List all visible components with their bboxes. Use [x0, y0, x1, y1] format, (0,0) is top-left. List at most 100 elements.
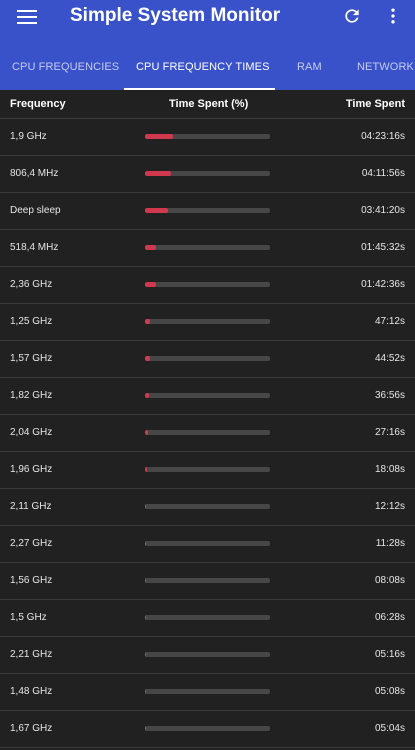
frequency-label: 2,36 GHz	[10, 279, 53, 290]
time-spent-progress-fill	[145, 726, 146, 731]
table-row: 806,4 MHz 04:11:56s	[0, 156, 415, 193]
time-spent-value: 18:08s	[374, 464, 405, 475]
time-spent-value: 01:42:36s	[361, 279, 405, 290]
tab-cpu-frequencies[interactable]: CPU FREQUENCIES	[12, 50, 119, 90]
time-spent-progress-fill	[145, 652, 146, 657]
table-row: 1,48 GHz 05:08s	[0, 674, 415, 711]
time-spent-progress-fill	[145, 208, 168, 213]
time-spent-value: 01:45:32s	[361, 242, 405, 253]
app-bar: Simple System Monitor CPU FREQUENCIES CP…	[0, 0, 415, 90]
time-spent-progress-fill	[145, 245, 157, 250]
tab-bar: CPU FREQUENCIES CPU FREQUENCY TIMES RAM …	[0, 50, 415, 90]
time-spent-progress-fill	[145, 171, 172, 176]
frequency-list[interactable]: 1,9 GHz 04:23:16s 806,4 MHz 04:11:56s Deep s…	[0, 119, 415, 748]
frequency-label: 1,25 GHz	[10, 316, 53, 327]
frequency-label: 1,9 GHz	[10, 131, 47, 142]
menu-icon[interactable]	[17, 10, 37, 24]
time-spent-progress-fill	[145, 578, 146, 583]
tab-cpu-frequency-times[interactable]: CPU FREQUENCY TIMES	[136, 50, 270, 90]
time-spent-value: 04:11:56s	[361, 168, 405, 179]
time-spent-progress-fill	[145, 393, 149, 398]
frequency-label: Deep sleep	[10, 205, 61, 216]
table-row: 1,67 GHz 05:04s	[0, 711, 415, 748]
frequency-label: 1,96 GHz	[10, 464, 53, 475]
table-row: 1,5 GHz 06:28s	[0, 600, 415, 637]
table-row: 1,56 GHz 08:08s	[0, 563, 415, 600]
toolbar: Simple System Monitor	[0, 0, 415, 34]
time-spent-progress-bar	[145, 356, 270, 361]
time-spent-value: 05:08s	[374, 686, 405, 697]
time-spent-progress-fill	[145, 541, 147, 546]
tab-network[interactable]: NETWORK	[357, 50, 414, 90]
header-time-spent: Time Spent	[345, 98, 405, 110]
table-row: 1,96 GHz 18:08s	[0, 452, 415, 489]
frequency-label: 1,82 GHz	[10, 390, 53, 401]
time-spent-progress-bar	[145, 245, 270, 250]
time-spent-progress-bar	[145, 615, 270, 620]
table-row: 1,25 GHz 47:12s	[0, 304, 415, 341]
table-row: 2,04 GHz 27:16s	[0, 415, 415, 452]
time-spent-value: 05:04s	[374, 723, 405, 734]
refresh-icon[interactable]	[342, 6, 362, 26]
time-spent-progress-bar	[145, 282, 270, 287]
time-spent-progress-bar	[145, 430, 270, 435]
frequency-label: 1,48 GHz	[10, 686, 53, 697]
header-frequency: Frequency	[10, 98, 66, 110]
header-time-spent-percent: Time Spent (%)	[169, 98, 249, 110]
table-row: 518,4 MHz 01:45:32s	[0, 230, 415, 267]
time-spent-value: 04:23:16s	[361, 131, 405, 142]
frequency-label: 2,27 GHz	[10, 538, 53, 549]
time-spent-progress-bar	[145, 208, 270, 213]
app-title: Simple System Monitor	[70, 5, 281, 26]
time-spent-progress-bar	[145, 467, 270, 472]
table-row: 2,11 GHz 12:12s	[0, 489, 415, 526]
time-spent-progress-bar	[145, 393, 270, 398]
more-vert-icon[interactable]	[383, 6, 403, 26]
time-spent-value: 11:28s	[375, 538, 405, 549]
frequency-label: 2,21 GHz	[10, 649, 53, 660]
time-spent-progress-bar	[145, 319, 270, 324]
time-spent-value: 12:12s	[374, 501, 405, 512]
frequency-label: 2,11 GHz	[10, 501, 52, 512]
time-spent-progress-bar	[145, 652, 270, 657]
time-spent-progress-fill	[145, 134, 173, 139]
time-spent-progress-bar	[145, 726, 270, 731]
time-spent-progress-fill	[145, 615, 146, 620]
time-spent-value: 47:12s	[374, 316, 405, 327]
frequency-label: 1,57 GHz	[10, 353, 53, 364]
time-spent-progress-bar	[145, 578, 270, 583]
time-spent-progress-bar	[145, 541, 270, 546]
time-spent-value: 08:08s	[374, 575, 405, 586]
time-spent-progress-bar	[145, 689, 270, 694]
time-spent-value: 36:56s	[374, 390, 405, 401]
time-spent-value: 03:41:20s	[361, 205, 405, 216]
frequency-label: 1,56 GHz	[10, 575, 53, 586]
time-spent-value: 27:16s	[374, 427, 405, 438]
time-spent-value: 05:16s	[374, 649, 405, 660]
frequency-label: 2,04 GHz	[10, 427, 53, 438]
tab-ram[interactable]: RAM	[297, 50, 322, 90]
table-row: 2,36 GHz 01:42:36s	[0, 267, 415, 304]
time-spent-progress-bar	[145, 134, 270, 139]
table-header: Frequency Time Spent (%) Time Spent	[0, 90, 415, 119]
time-spent-progress-fill	[145, 430, 148, 435]
frequency-label: 806,4 MHz	[10, 168, 59, 179]
table-row: 1,57 GHz 44:52s	[0, 341, 415, 378]
time-spent-progress-fill	[145, 356, 150, 361]
time-spent-value: 44:52s	[374, 353, 405, 364]
table-row: 1,82 GHz 36:56s	[0, 378, 415, 415]
time-spent-progress-fill	[145, 504, 147, 509]
table-row: 2,21 GHz 05:16s	[0, 637, 415, 674]
time-spent-progress-fill	[145, 319, 150, 324]
time-spent-progress-fill	[145, 689, 146, 694]
time-spent-progress-bar	[145, 504, 270, 509]
frequency-label: 1,5 GHz	[10, 612, 47, 623]
time-spent-progress-fill	[145, 282, 156, 287]
table-row: Deep sleep 03:41:20s	[0, 193, 415, 230]
time-spent-progress-bar	[145, 171, 270, 176]
time-spent-value: 06:28s	[374, 612, 405, 623]
table-row: 1,9 GHz 04:23:16s	[0, 119, 415, 156]
time-spent-progress-fill	[145, 467, 147, 472]
frequency-label: 1,67 GHz	[10, 723, 53, 734]
frequency-label: 518,4 MHz	[10, 242, 59, 253]
